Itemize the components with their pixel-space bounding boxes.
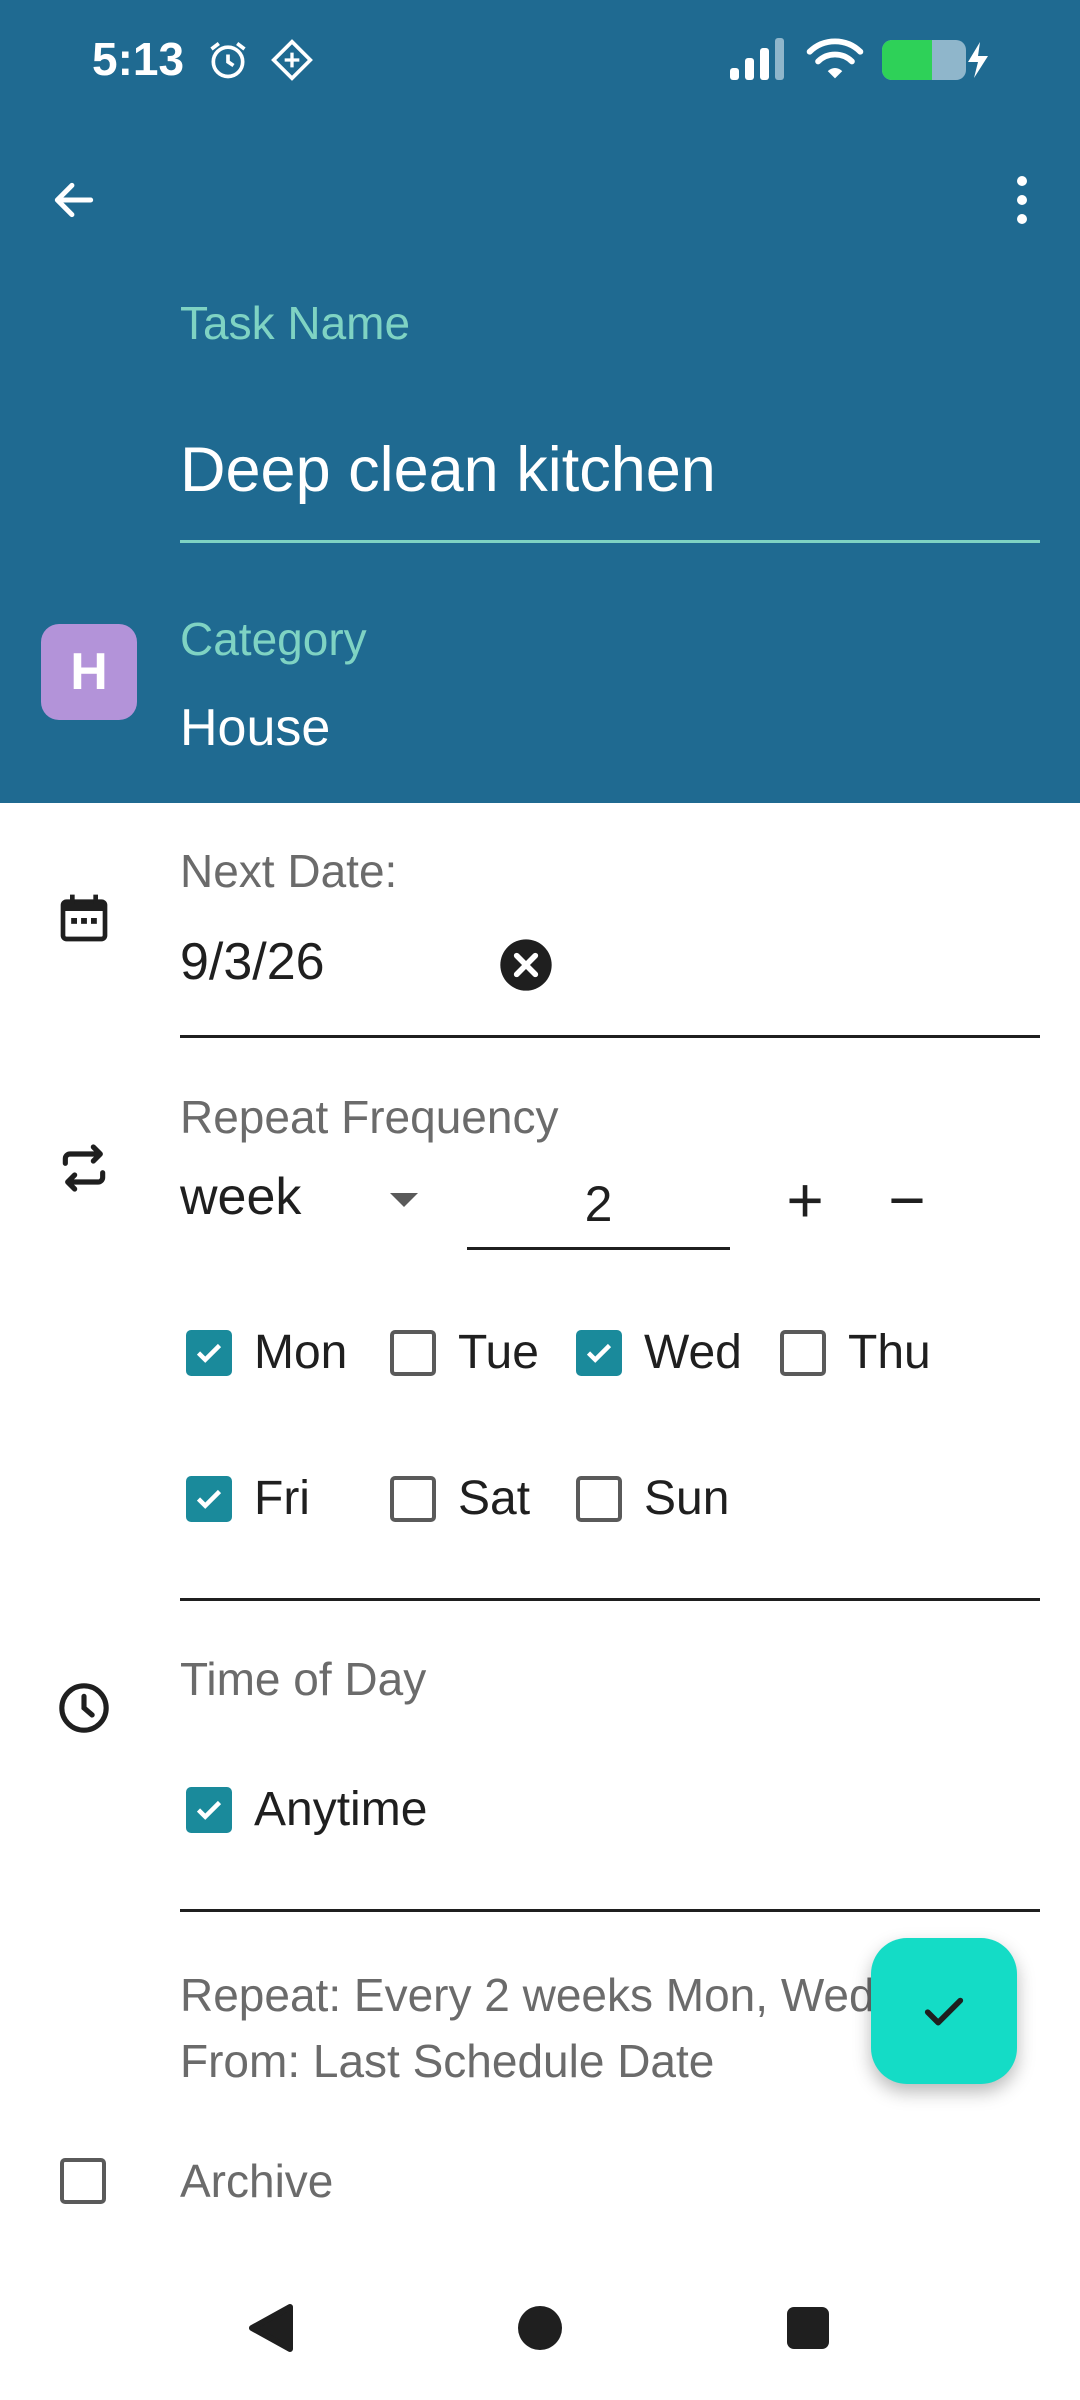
time-of-day-label: Time of Day bbox=[180, 1653, 427, 1705]
signal-icon bbox=[730, 38, 784, 80]
arrow-left-icon bbox=[54, 182, 94, 218]
category-label: Category bbox=[180, 613, 367, 665]
wifi-icon bbox=[806, 38, 864, 79]
nav-back-icon bbox=[249, 2304, 293, 2352]
minus-icon: − bbox=[888, 1164, 926, 1236]
decrease-frequency-button[interactable]: − bbox=[872, 1160, 942, 1240]
day-label: Sun bbox=[644, 1472, 730, 1525]
repeat-frequency-label: Repeat Frequency bbox=[180, 1091, 559, 1143]
day-label: Fri bbox=[254, 1472, 310, 1525]
repeat-divider bbox=[180, 1598, 1040, 1601]
day-label: Sat bbox=[458, 1472, 531, 1525]
day-label: Mon bbox=[254, 1326, 348, 1379]
day-checkbox-mon[interactable]: Mon bbox=[186, 1325, 347, 1380]
nav-recents-icon bbox=[787, 2307, 829, 2349]
day-checkbox-fri[interactable]: Fri bbox=[186, 1471, 310, 1526]
status-bar: 5:13 bbox=[0, 0, 1080, 120]
day-label: Thu bbox=[848, 1326, 931, 1379]
day-checkbox-sun[interactable]: Sun bbox=[576, 1471, 729, 1526]
checkbox-checked-icon bbox=[576, 1329, 622, 1376]
day-checkbox-wed[interactable]: Wed bbox=[576, 1325, 742, 1380]
task-name-underline bbox=[180, 540, 1040, 543]
nav-back-button[interactable] bbox=[230, 2288, 310, 2368]
day-label: Wed bbox=[644, 1326, 742, 1379]
alarm-icon bbox=[210, 42, 246, 79]
repeat-icon bbox=[62, 1144, 106, 1192]
schedule-from-line: From: Last Schedule Date bbox=[180, 2035, 715, 2087]
more-vertical-icon bbox=[1017, 176, 1027, 224]
dropdown-arrow-icon bbox=[390, 1193, 418, 1207]
next-date-divider bbox=[180, 1035, 1040, 1038]
checkbox-checked-icon bbox=[186, 1786, 232, 1833]
archive-checkbox[interactable] bbox=[60, 2158, 106, 2204]
increase-frequency-button[interactable]: + bbox=[770, 1160, 840, 1240]
time-of-day-divider bbox=[180, 1909, 1040, 1912]
anytime-label: Anytime bbox=[254, 1783, 428, 1836]
nav-home-icon bbox=[518, 2306, 562, 2350]
checkbox-unchecked-icon bbox=[576, 1475, 622, 1522]
nav-recents-button[interactable] bbox=[768, 2288, 848, 2368]
repeat-summary-line: Repeat: Every 2 weeks Mon, Wed, Fri bbox=[180, 1969, 880, 2021]
app-header bbox=[0, 0, 1080, 803]
archive-label: Archive bbox=[180, 2155, 334, 2207]
calendar-icon bbox=[60, 894, 108, 942]
checkbox-checked-icon bbox=[186, 1475, 232, 1522]
day-checkbox-tue[interactable]: Tue bbox=[390, 1325, 539, 1380]
checkbox-checked-icon bbox=[186, 1329, 232, 1376]
nav-home-button[interactable] bbox=[500, 2288, 580, 2368]
clear-circle-icon bbox=[500, 939, 552, 991]
plus-icon: + bbox=[786, 1164, 824, 1236]
repeat-unit-value: week bbox=[180, 1168, 302, 1226]
checkbox-unchecked-icon bbox=[780, 1329, 826, 1376]
repeat-unit-dropdown[interactable]: week bbox=[180, 1163, 435, 1243]
more-options-button[interactable] bbox=[982, 160, 1062, 240]
task-name-label: Task Name bbox=[180, 297, 411, 349]
clear-date-button[interactable] bbox=[496, 935, 556, 995]
app-indicator-icon bbox=[271, 39, 313, 81]
day-checkbox-sat[interactable]: Sat bbox=[390, 1471, 530, 1526]
checkbox-unchecked-icon bbox=[390, 1475, 436, 1522]
repeat-summary: Repeat: Every 2 weeks Mon, Wed, Fri From… bbox=[180, 1962, 880, 2094]
day-checkbox-thu[interactable]: Thu bbox=[780, 1325, 931, 1380]
check-icon bbox=[924, 1997, 964, 2026]
category-value[interactable]: House bbox=[180, 698, 330, 758]
status-time: 5:13 bbox=[92, 33, 185, 85]
day-label: Tue bbox=[458, 1326, 539, 1379]
battery-charging-icon bbox=[882, 40, 988, 80]
next-date-value[interactable]: 9/3/26 bbox=[180, 932, 325, 992]
back-button[interactable] bbox=[34, 160, 114, 240]
next-date-label: Next Date: bbox=[180, 845, 398, 897]
category-avatar[interactable]: H bbox=[41, 624, 137, 720]
save-fab-button[interactable] bbox=[871, 1938, 1017, 2084]
checkbox-unchecked-icon bbox=[390, 1329, 436, 1376]
system-nav-bar bbox=[0, 2268, 1080, 2400]
clock-icon bbox=[59, 1683, 109, 1733]
anytime-checkbox[interactable]: Anytime bbox=[186, 1782, 427, 1837]
task-name-input[interactable] bbox=[180, 415, 1040, 525]
repeat-count-input[interactable] bbox=[467, 1160, 730, 1250]
